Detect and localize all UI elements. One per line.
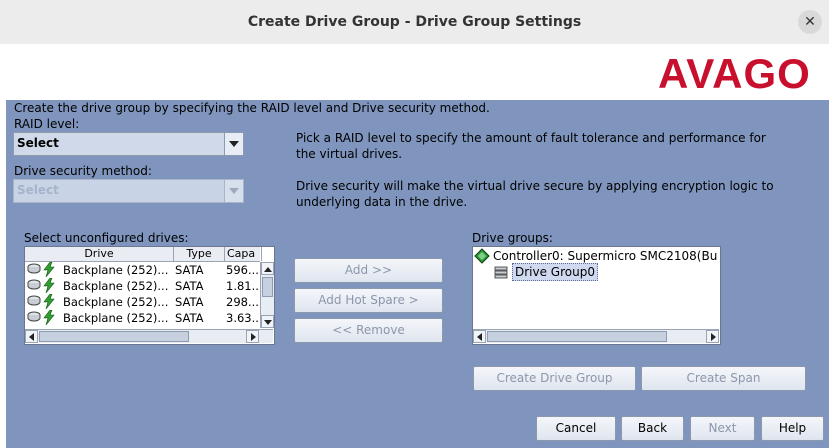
- security-help-line1: Drive security will make the virtual dri…: [296, 179, 774, 193]
- scroll-left-icon[interactable]: [473, 330, 486, 343]
- controller-icon: [474, 248, 490, 264]
- raid-help-line1: Pick a RAID level to specify the amount …: [296, 131, 766, 145]
- logo-text: AVAGO: [658, 50, 811, 94]
- horizontal-scrollbar[interactable]: [25, 329, 273, 343]
- drive-capacity: 1.81...: [226, 279, 260, 293]
- scroll-right-icon[interactable]: [246, 330, 259, 343]
- lightning-icon: [43, 310, 57, 329]
- scroll-thumb[interactable]: [39, 331, 189, 342]
- drive-type: SATA: [175, 311, 204, 325]
- column-drive[interactable]: Drive: [25, 247, 174, 261]
- window-title: Create Drive Group - Drive Group Setting…: [247, 14, 582, 30]
- drive-capacity: 298...: [226, 295, 259, 309]
- create-span-button[interactable]: Create Span: [641, 366, 806, 391]
- drive-group-node[interactable]: Drive Group0: [512, 263, 598, 281]
- create-drive-group-button[interactable]: Create Drive Group: [473, 366, 636, 391]
- drive-capacity: 3.63...: [226, 311, 260, 325]
- cancel-button[interactable]: Cancel: [536, 416, 616, 441]
- disk-icon: [27, 294, 43, 310]
- raid-level-value: Select: [17, 136, 59, 150]
- left-edge: [0, 44, 6, 448]
- chevron-down-icon[interactable]: [224, 133, 243, 155]
- drive-groups-tree[interactable]: Controller0: Supermicro SMC2108(Bus Driv…: [472, 246, 721, 345]
- scroll-right-icon[interactable]: [706, 330, 719, 343]
- drive-name: Backplane (252)...: [63, 279, 169, 293]
- scroll-thumb[interactable]: [487, 331, 667, 342]
- close-icon[interactable]: ✕: [798, 10, 822, 34]
- unconfigured-drives-label: Select unconfigured drives:: [24, 231, 189, 245]
- controller-node[interactable]: Controller0: Supermicro SMC2108(Bus: [493, 248, 717, 264]
- security-method-value: Select: [17, 183, 59, 197]
- table-row[interactable]: Backplane (252)... SATA 298...: [25, 294, 260, 310]
- drive-type: SATA: [175, 279, 204, 293]
- remove-button[interactable]: << Remove: [294, 318, 443, 343]
- help-button[interactable]: Help: [761, 416, 824, 441]
- drive-name: Backplane (252)...: [63, 311, 169, 325]
- scroll-thumb[interactable]: [262, 277, 273, 297]
- horizontal-scrollbar[interactable]: [473, 329, 719, 343]
- table-row[interactable]: Backplane (252)... SATA 1.81...: [25, 278, 260, 294]
- add-hot-spare-button[interactable]: Add Hot Spare >: [294, 288, 443, 313]
- raid-help-line2: the virtual drives.: [296, 147, 403, 161]
- security-method-select[interactable]: Select: [13, 179, 244, 203]
- intro-text: Create the drive group by specifying the…: [14, 101, 490, 115]
- next-button[interactable]: Next: [690, 416, 755, 441]
- security-help-line2: underlying data in the drive.: [296, 195, 468, 209]
- unconfigured-drives-table[interactable]: Drive Type Capa Backplane (252)... SATA …: [24, 246, 275, 345]
- chevron-down-icon: [224, 180, 243, 202]
- raid-level-select[interactable]: Select: [13, 132, 244, 156]
- drive-type: SATA: [175, 263, 204, 277]
- table-header: Drive Type Capa: [25, 247, 262, 262]
- drive-group-icon: [493, 264, 509, 280]
- drive-name: Backplane (252)...: [63, 295, 169, 309]
- drive-type: SATA: [175, 295, 204, 309]
- disk-icon: [27, 310, 43, 326]
- security-method-label: Drive security method:: [14, 164, 152, 178]
- scroll-down-icon[interactable]: [261, 315, 274, 328]
- disk-icon: [27, 262, 43, 278]
- raid-level-label: RAID level:: [14, 117, 80, 131]
- table-row[interactable]: Backplane (252)... SATA 3.63...: [25, 310, 260, 326]
- drive-groups-label: Drive groups:: [472, 231, 553, 245]
- column-type[interactable]: Type: [174, 247, 225, 261]
- drive-capacity: 596...: [226, 263, 259, 277]
- scroll-left-icon[interactable]: [25, 330, 38, 343]
- disk-icon: [27, 278, 43, 294]
- add-button[interactable]: Add >>: [294, 258, 443, 283]
- scroll-up-icon[interactable]: [261, 262, 274, 275]
- column-capacity[interactable]: Capa: [225, 247, 262, 261]
- drive-name: Backplane (252)...: [63, 263, 169, 277]
- table-row[interactable]: Backplane (252)... SATA 596...: [25, 262, 260, 278]
- back-button[interactable]: Back: [621, 416, 684, 441]
- avago-logo: AVAGO: [658, 50, 811, 94]
- vertical-scrollbar[interactable]: [260, 262, 274, 328]
